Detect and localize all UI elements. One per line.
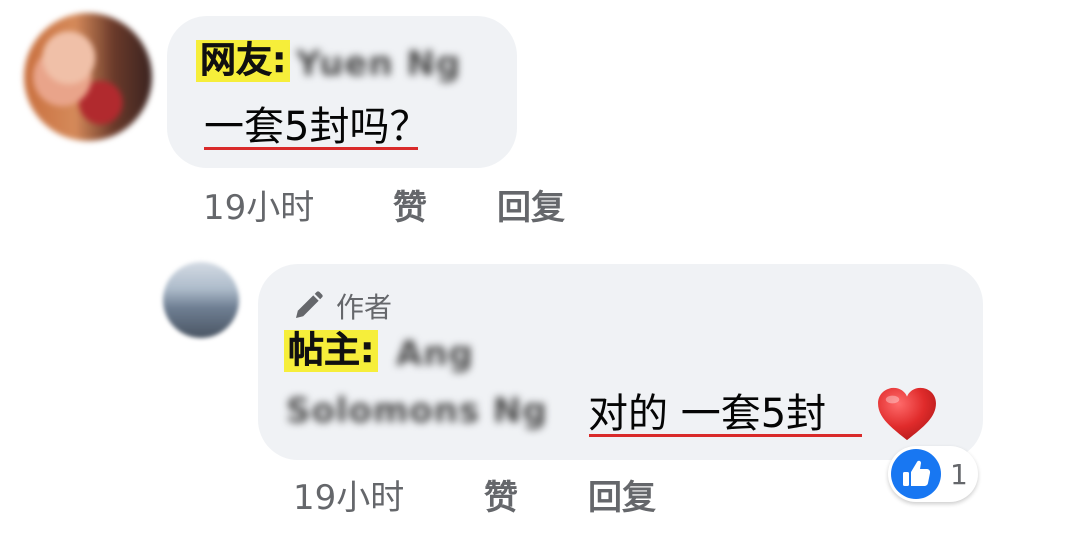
author-badge: 作者 <box>290 286 392 326</box>
netizen-tag-label: 网友: <box>196 40 291 82</box>
comment-2-timestamp: 19小时 <box>293 478 405 518</box>
avatar-author[interactable] <box>163 262 239 338</box>
comment-1-like-button[interactable]: 赞 <box>393 180 427 229</box>
commenter-name-blurred[interactable]: Yuen Ng <box>296 44 461 84</box>
thumbs-up-icon <box>891 449 941 499</box>
comment-1-reply-button[interactable]: 回复 <box>497 180 565 229</box>
avatar-commenter[interactable] <box>24 13 152 141</box>
comment-2-reply-button[interactable]: 回复 <box>588 470 656 519</box>
comment-2-like-button[interactable]: 赞 <box>484 470 518 519</box>
comment-1-text: 一套5封吗？ <box>204 104 430 150</box>
comment-1-underline <box>204 147 418 150</box>
pencil-icon <box>296 291 323 318</box>
heart-icon <box>878 387 936 441</box>
author-name-blurred-line1[interactable]: Ang <box>396 334 474 374</box>
author-name-blurred-line2[interactable]: Solomons Ng <box>286 391 548 431</box>
comment-2-underline <box>589 434 862 437</box>
comment-1-timestamp: 19小时 <box>203 188 315 228</box>
poster-tag-label: 帖主: <box>284 330 379 372</box>
comment-2-text: 对的 一套5封 <box>588 391 827 437</box>
reaction-count: 1 <box>950 457 968 491</box>
reaction-summary[interactable]: 1 <box>888 446 978 502</box>
author-badge-label: 作者 <box>336 291 393 324</box>
